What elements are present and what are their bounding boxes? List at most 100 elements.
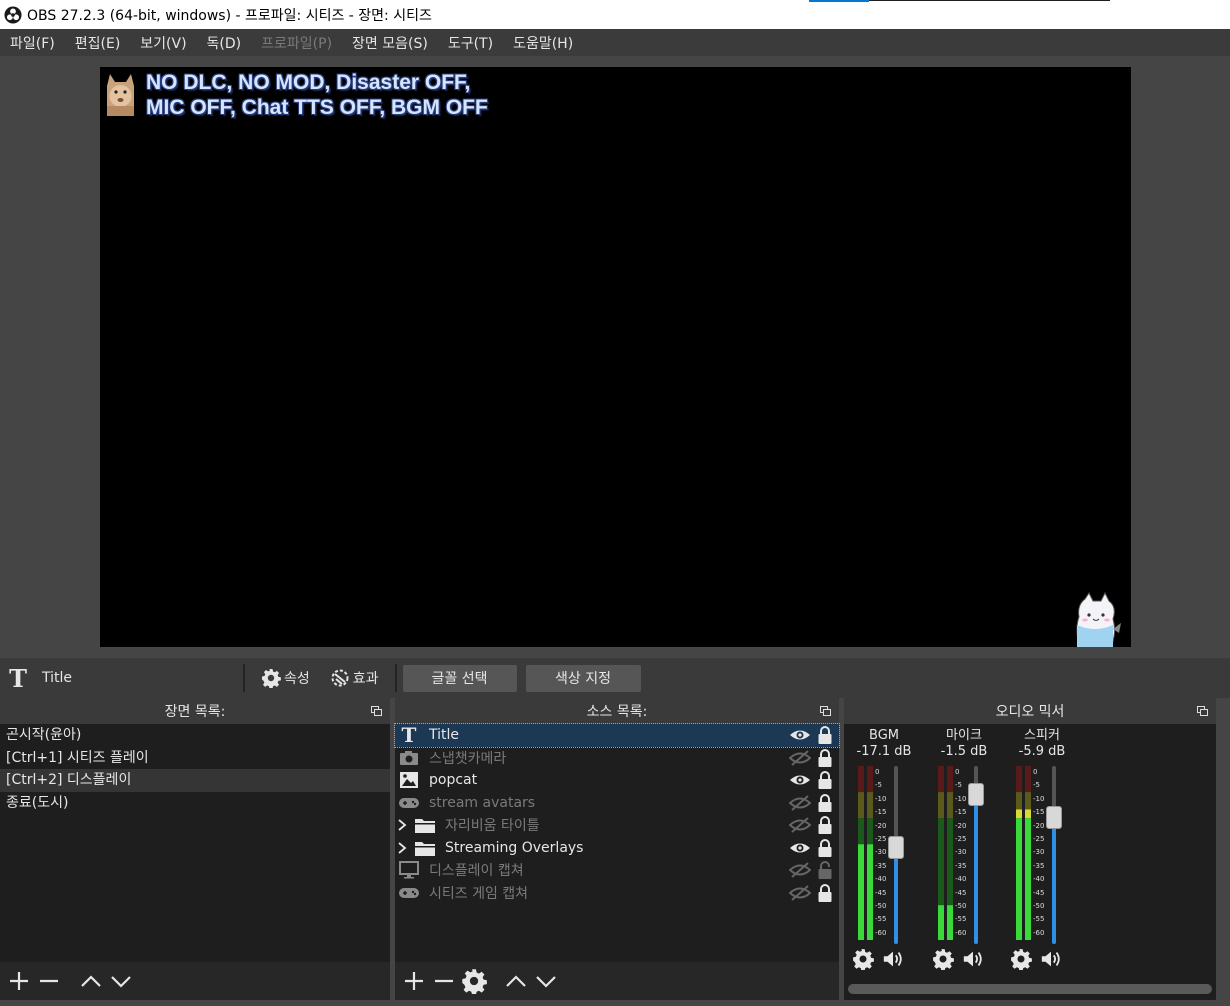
select-font-button[interactable]: 글꼴 선택 (402, 664, 517, 692)
speaker-icon[interactable] (1040, 948, 1062, 970)
add-source-icon[interactable] (401, 968, 427, 994)
monitor-icon (398, 860, 420, 880)
source-properties-gear-icon[interactable] (461, 968, 487, 994)
channel-name: 마이크 (946, 728, 982, 743)
source-item-selected[interactable]: T Title (394, 723, 840, 748)
lock-icon[interactable] (817, 770, 833, 790)
remove-scene-icon[interactable] (36, 968, 62, 994)
volume-fader[interactable] (968, 766, 984, 944)
move-down-icon[interactable] (108, 968, 134, 994)
text-icon: T (401, 723, 417, 748)
fader-handle[interactable] (888, 835, 904, 859)
scene-item-selected[interactable]: [Ctrl+2] 디스플레이 (0, 769, 390, 792)
meter-scale-label: -50 (955, 901, 967, 910)
gear-icon[interactable] (932, 948, 954, 970)
menu-tools[interactable]: 도구(T) (438, 33, 503, 53)
mixer-channel: BGM -17.1 dB 0 -5 -10 -15 -20 -25 -30 -35 -40 -45… (844, 728, 924, 978)
lock-icon[interactable] (817, 748, 833, 768)
mixer-dock-title: 오디오 믹서 (995, 704, 1065, 720)
filters-button[interactable]: 효과 (320, 668, 389, 688)
meter-scale: 0 -5 -10 -15 -20 -25 -30 -35 -40 -45 -50 -55 -60 (1033, 766, 1044, 940)
visibility-eye-icon[interactable] (789, 839, 811, 857)
gear-icon[interactable] (1010, 948, 1032, 970)
fader-handle[interactable] (968, 783, 984, 807)
add-scene-icon[interactable] (6, 968, 32, 994)
visibility-eye-icon[interactable] (789, 771, 811, 789)
source-item[interactable]: popcat (395, 769, 839, 792)
speaker-icon[interactable] (882, 948, 904, 970)
lock-icon[interactable] (817, 838, 833, 858)
source-name: Title (429, 727, 460, 744)
fader-fill (1052, 817, 1056, 944)
remove-source-icon[interactable] (431, 968, 457, 994)
meter-scale-label: -50 (875, 901, 887, 910)
visibility-eye-icon[interactable] (789, 726, 811, 744)
mixer-horizontal-scrollbar[interactable] (848, 984, 1212, 994)
channel-name: 스피커 (1024, 728, 1060, 743)
menu-scene-collection[interactable]: 장면 모음(S) (342, 33, 438, 53)
visibility-hidden-icon[interactable] (789, 861, 811, 879)
source-item[interactable]: 스냅챗카메라 (395, 747, 839, 770)
meter-scale: 0 -5 -10 -15 -20 -25 -30 -35 -40 -45 -50 -55 -60 (875, 766, 886, 940)
menu-file[interactable]: 파일(F) (0, 33, 65, 53)
menu-help[interactable]: 도움말(H) (503, 33, 583, 53)
chevron-right-icon[interactable] (397, 841, 411, 855)
menu-view[interactable]: 보기(V) (130, 33, 196, 53)
meter-scale-label: -25 (875, 834, 887, 843)
mascot-cat-image (1076, 591, 1121, 647)
meter-scale-label: -20 (875, 821, 887, 830)
meter-scale-label: -50 (1033, 901, 1045, 910)
select-color-button[interactable]: 색상 지정 (525, 664, 641, 692)
chevron-right-icon[interactable] (397, 818, 411, 832)
scene-item[interactable]: [Ctrl+1] 시티즈 플레이 (0, 747, 390, 770)
menu-profile[interactable]: 프로파일(P) (251, 33, 342, 53)
meter-scale-label: -20 (955, 821, 967, 830)
source-item[interactable]: 디스플레이 캡쳐 (395, 859, 839, 882)
source-group-item[interactable]: Streaming Overlays (395, 837, 839, 860)
mixer-dock-header: 오디오 믹서 (844, 698, 1216, 724)
source-item[interactable]: stream avatars (395, 792, 839, 815)
move-up-icon[interactable] (78, 968, 104, 994)
meter-scale-label: -25 (1033, 834, 1045, 843)
filter-icon (331, 669, 349, 687)
scene-item[interactable]: 종료(도시) (0, 792, 390, 815)
channel-controls (1010, 948, 1062, 970)
volume-meter (938, 766, 953, 940)
meter-scale-label: -15 (955, 808, 967, 817)
float-dock-icon[interactable] (820, 706, 831, 716)
camera-icon (398, 748, 420, 768)
lock-icon[interactable] (817, 793, 833, 813)
source-item[interactable]: 시티즈 게임 캡쳐 (395, 882, 839, 905)
lock-icon[interactable] (817, 725, 833, 745)
volume-fader[interactable] (888, 766, 904, 944)
sources-dock: 소스 목록: T Title 스냅챗카메라 popcat stream avat… (394, 698, 840, 1000)
meter-scale-label: -30 (875, 848, 887, 857)
lock-icon[interactable] (817, 883, 833, 903)
menu-docks[interactable]: 독(D) (197, 33, 252, 53)
visibility-hidden-icon[interactable] (789, 884, 811, 902)
preview-canvas[interactable]: NO DLC, NO MOD, Disaster OFF, MIC OFF, C… (100, 67, 1131, 647)
source-group-item[interactable]: 자리비움 타이틀 (395, 814, 839, 837)
scene-item[interactable]: 곤시작(윤아) (0, 724, 390, 747)
lock-icon[interactable] (817, 815, 833, 835)
unlock-icon[interactable] (817, 860, 833, 880)
visibility-hidden-icon[interactable] (789, 816, 811, 834)
meter-scale: 0 -5 -10 -15 -20 -25 -30 -35 -40 -45 -50 -55 -60 (955, 766, 966, 940)
move-down-icon[interactable] (533, 968, 559, 994)
volume-fader[interactable] (1046, 766, 1062, 944)
speaker-icon[interactable] (962, 948, 984, 970)
meter-scale-label: -30 (1033, 848, 1045, 857)
visibility-hidden-icon[interactable] (789, 749, 811, 767)
meter-scale-label: -25 (955, 834, 967, 843)
fader-handle[interactable] (1046, 806, 1062, 830)
float-dock-icon[interactable] (1197, 706, 1208, 716)
move-up-icon[interactable] (503, 968, 529, 994)
properties-button[interactable]: 속성 (251, 668, 320, 688)
float-dock-icon[interactable] (371, 706, 382, 716)
fader-fill (894, 846, 898, 944)
visibility-hidden-icon[interactable] (789, 794, 811, 812)
gear-icon[interactable] (852, 948, 874, 970)
menu-edit[interactable]: 편집(E) (65, 33, 131, 53)
overlay-title-text: NO DLC, NO MOD, Disaster OFF, MIC OFF, C… (146, 71, 488, 119)
channel-db-readout: -17.1 dB (856, 744, 912, 759)
